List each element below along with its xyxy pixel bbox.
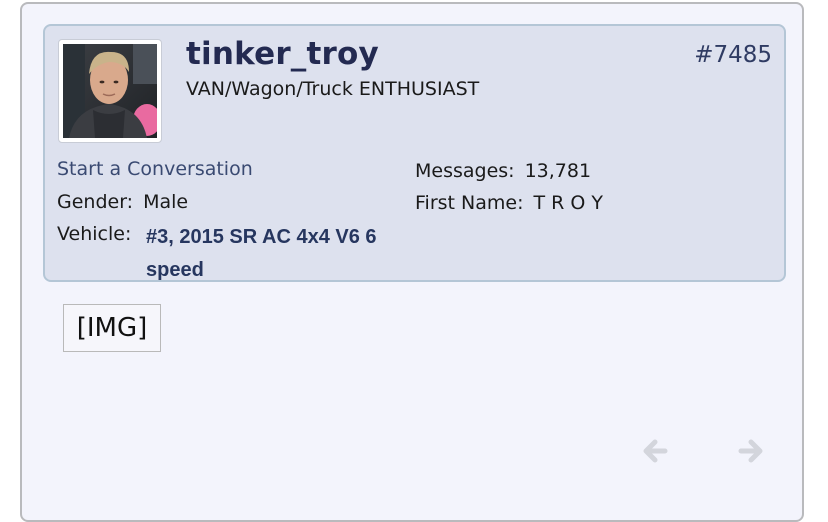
arrow-left-icon[interactable] [639,434,673,468]
avatar-photo [63,44,157,138]
messages-field: Messages: 13,781 [415,160,591,182]
arrow-right-icon[interactable] [733,434,767,468]
messages-value: 13,781 [524,160,592,182]
vehicle-value: #3, 2015 SR AC 4x4 V6 6 speed [146,226,377,281]
user-title: VAN/Wagon/Truck ENTHUSIAST [186,78,480,100]
messages-label: Messages: [415,160,515,182]
gender-field: Gender: Male [57,191,188,213]
first-name-label: First Name: [415,192,524,214]
post-number[interactable]: #7485 [694,42,772,68]
gender-value: Male [143,191,189,213]
avatar[interactable] [58,39,162,143]
vehicle-label: Vehicle: [57,223,132,245]
first-name-field: First Name: T R O Y [415,192,603,214]
gender-label: Gender: [57,191,134,213]
image-placeholder[interactable]: [IMG] [63,304,161,352]
username[interactable]: tinker_troy [186,36,379,72]
user-info-panel: tinker_troy VAN/Wagon/Truck ENTHUSIAST #… [43,24,786,282]
start-conversation-link[interactable]: Start a Conversation [57,158,253,180]
forum-post: tinker_troy VAN/Wagon/Truck ENTHUSIAST #… [20,2,804,522]
first-name-value: T R O Y [533,192,603,214]
